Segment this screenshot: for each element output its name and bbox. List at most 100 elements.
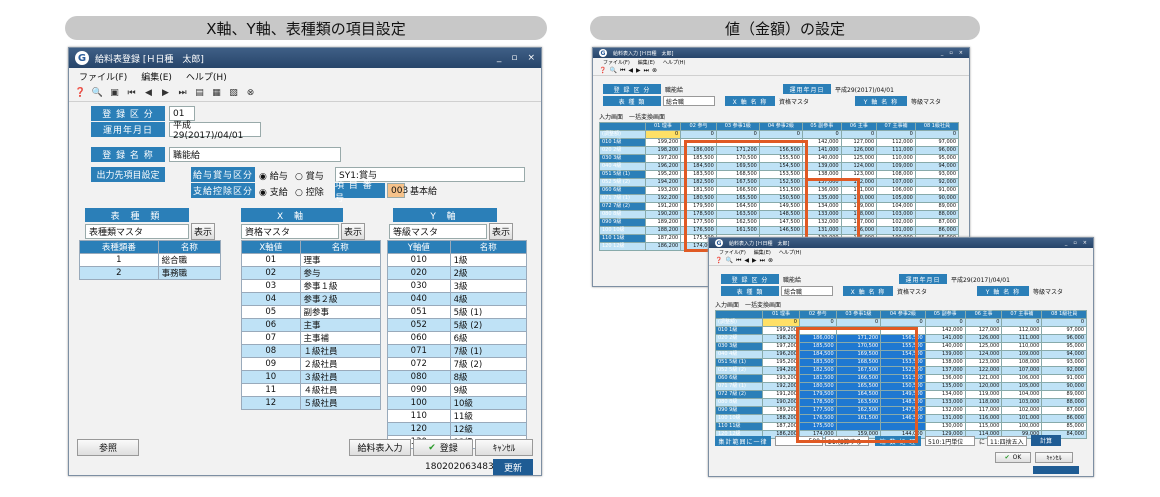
table-row[interactable]: 02 参与: [241, 266, 382, 280]
grid-cell[interactable]: 0: [715, 130, 760, 139]
table-row[interactable]: 052 5級 (2): [387, 318, 528, 332]
grid-cell[interactable]: 116,000: [964, 414, 1003, 423]
grid-cell[interactable]: 110,000: [876, 154, 916, 163]
help-icon[interactable]: ❓: [75, 87, 86, 98]
grid-cell[interactable]: 104,000: [876, 202, 916, 211]
grid-cell[interactable]: 193,200: [644, 186, 682, 195]
grid-cell[interactable]: 131,000: [801, 226, 842, 235]
grid-cell[interactable]: 123,000: [964, 358, 1003, 367]
grid-cell[interactable]: 101,000: [876, 226, 916, 235]
grid-cell[interactable]: 0: [762, 318, 800, 327]
grid-cell[interactable]: 91,000: [914, 186, 960, 195]
table-row[interactable]: 06 主事: [241, 318, 382, 332]
grid-cell[interactable]: 90,000: [1041, 382, 1087, 391]
grid-cell[interactable]: 124,000: [964, 350, 1003, 359]
round-method-select[interactable]: 11:四捨五入: [987, 436, 1027, 446]
grid-cell[interactable]: 142,000: [801, 138, 842, 147]
sub2-minimize-icon[interactable]: _: [1065, 240, 1068, 246]
grid-cell[interactable]: 188,200: [644, 226, 682, 235]
grid-cell[interactable]: 111,000: [876, 146, 916, 155]
grid-cell[interactable]: 103,000: [876, 210, 916, 219]
grid-cell[interactable]: 0: [680, 130, 717, 139]
grid-cell[interactable]: 110,000: [1001, 342, 1043, 351]
table-row[interactable]: 10 ３級社員: [241, 370, 382, 384]
date-value[interactable]: 平成29(2017)/04/01: [169, 121, 261, 141]
grid-cell[interactable]: 108,000: [1001, 358, 1043, 367]
minimize-icon[interactable]: _: [497, 53, 502, 63]
grid-cell[interactable]: 112,000: [876, 138, 916, 147]
reference-button[interactable]: 参照: [77, 439, 139, 456]
table-row[interactable]: 040 4級: [387, 292, 528, 306]
table-row[interactable]: 03 参事１級: [241, 279, 382, 293]
grid-cell[interactable]: 89,000: [1041, 390, 1087, 399]
grid-cell[interactable]: 190,200: [762, 398, 800, 407]
grid-cell[interactable]: 142,000: [924, 326, 966, 335]
grid-cell[interactable]: 188,200: [762, 414, 800, 423]
sub-first-icon[interactable]: ⏮: [620, 67, 625, 75]
table-row[interactable]: 030 3級: [387, 279, 528, 293]
radio-kojo[interactable]: ○ 控除: [295, 185, 324, 198]
grid-cell[interactable]: 87,000: [1041, 406, 1087, 415]
last-icon[interactable]: ⏭: [177, 87, 188, 98]
grid-cell[interactable]: 192,200: [762, 382, 800, 391]
grid-cell[interactable]: 199,200: [644, 138, 682, 147]
round-select[interactable]: 510:1円単位: [925, 436, 975, 446]
grid-cell[interactable]: 96,000: [914, 146, 960, 155]
sub-maximize-icon[interactable]: ▫: [949, 50, 952, 56]
sub-delete-icon[interactable]: ⊗: [652, 67, 657, 74]
grid-cell[interactable]: 132,000: [801, 218, 842, 227]
grid-cell[interactable]: 196,200: [762, 350, 800, 359]
grid-cell[interactable]: 136,000: [801, 186, 842, 195]
grid-cell[interactable]: 140,000: [801, 154, 842, 163]
y-axis-select[interactable]: 等級マスタ: [389, 224, 487, 239]
grid-cell[interactable]: 100,000: [1001, 422, 1043, 431]
table-row[interactable]: 01 理事: [241, 253, 382, 267]
grid-cell[interactable]: 109,000: [876, 162, 916, 171]
next-icon[interactable]: ▶: [160, 87, 171, 98]
y-axis-show-button[interactable]: 表示: [489, 223, 513, 240]
grid-cell[interactable]: 139,000: [801, 162, 842, 171]
table-row[interactable]: 010 1級: [387, 253, 528, 267]
grid-cell[interactable]: 93,000: [914, 170, 960, 179]
grid-cell[interactable]: 197,200: [644, 154, 682, 163]
grid-cell[interactable]: 91,000: [1041, 374, 1087, 383]
grid-cell[interactable]: 0: [758, 130, 803, 139]
grid-cell[interactable]: 109,000: [1001, 350, 1043, 359]
update-button[interactable]: 更新: [493, 459, 533, 475]
grid-cell[interactable]: 194,200: [644, 178, 682, 187]
grid-cell[interactable]: 135,000: [801, 194, 842, 203]
grid-cell[interactable]: 106,000: [876, 186, 916, 195]
grid-cell[interactable]: 130,000: [924, 422, 966, 431]
save-icon[interactable]: ▣: [109, 87, 120, 98]
grid-cell[interactable]: 106,000: [1001, 374, 1043, 383]
maximize-icon[interactable]: ▫: [511, 53, 517, 63]
prev-icon[interactable]: ◀: [143, 87, 154, 98]
table-row[interactable]: 080 8級: [387, 370, 528, 384]
grid-cell[interactable]: 0: [1001, 318, 1043, 327]
cancel-button[interactable]: ｷｬﾝｾﾙ: [475, 439, 533, 456]
grid-cell[interactable]: 134,000: [801, 202, 842, 211]
sub2-menu-help[interactable]: ヘルプ(H): [779, 249, 802, 256]
sub-next-icon[interactable]: ▶: [636, 67, 641, 74]
sub2-first-icon[interactable]: ⏮: [736, 257, 741, 265]
grid-cell[interactable]: 191,200: [762, 390, 800, 399]
sub-tab[interactable]: 入力画面 一括変換画面: [599, 112, 665, 121]
sub-search-icon[interactable]: 🔍: [609, 67, 616, 74]
close-icon[interactable]: ×: [527, 53, 535, 63]
grid-cell[interactable]: 0: [835, 318, 882, 327]
grid-cell[interactable]: 0: [924, 318, 966, 327]
grid-cell[interactable]: 0: [876, 130, 916, 139]
grid-cell[interactable]: 102,000: [876, 218, 916, 227]
grid-cell[interactable]: 102,000: [1001, 406, 1043, 415]
grid-cell[interactable]: 119,000: [964, 390, 1003, 399]
grid-cell[interactable]: 194,200: [762, 366, 800, 375]
menu-edit[interactable]: 編集(E): [141, 70, 172, 83]
sub-menu-edit[interactable]: 編集(E): [638, 59, 655, 66]
grid-cell[interactable]: 195,200: [762, 358, 800, 367]
grid-cell[interactable]: 108,000: [876, 170, 916, 179]
calc-button[interactable]: 計算: [1031, 435, 1061, 446]
grid-cell[interactable]: 139,000: [924, 350, 966, 359]
print-icon[interactable]: ▤: [194, 87, 205, 98]
grid-cell[interactable]: 0: [1041, 318, 1087, 327]
grid-cell[interactable]: 132,000: [924, 406, 966, 415]
